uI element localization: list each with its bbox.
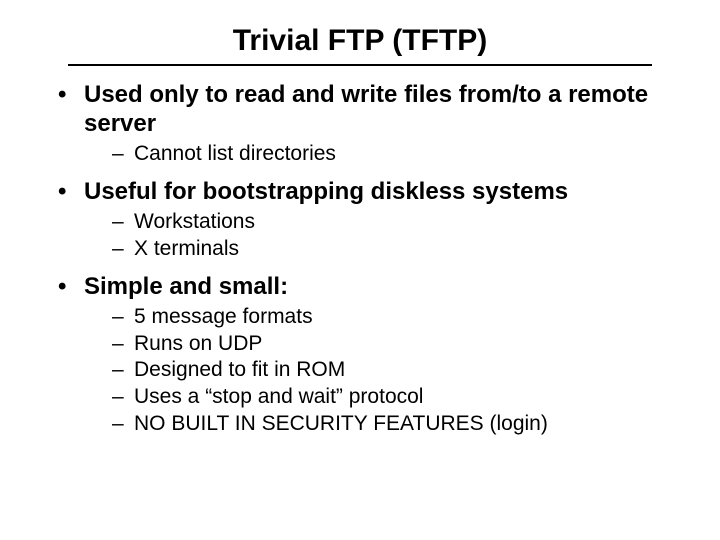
- sub-item: Runs on UDP: [112, 331, 680, 358]
- title-rule: [68, 64, 652, 66]
- bullet-item: Useful for bootstrapping diskless system…: [58, 177, 680, 262]
- bullet-item: Used only to read and write files from/t…: [58, 80, 680, 167]
- sub-item: Designed to fit in ROM: [112, 357, 680, 384]
- bullet-text: Useful for bootstrapping diskless system…: [84, 178, 568, 205]
- title-wrap: Trivial FTP (TFTP): [40, 24, 680, 58]
- sub-list: 5 message formats Runs on UDP Designed t…: [84, 304, 680, 438]
- slide: Trivial FTP (TFTP) Used only to read and…: [0, 0, 720, 540]
- sub-item: NO BUILT IN SECURITY FEATURES (login): [112, 411, 680, 438]
- sub-item: X terminals: [112, 236, 680, 263]
- sub-list: Workstations X terminals: [84, 209, 680, 263]
- bullet-list: Used only to read and write files from/t…: [40, 80, 680, 438]
- sub-item: Workstations: [112, 209, 680, 236]
- bullet-text: Simple and small:: [84, 273, 288, 300]
- bullet-item: Simple and small: 5 message formats Runs…: [58, 272, 680, 438]
- bullet-text: Used only to read and write files from/t…: [84, 81, 648, 137]
- sub-item: 5 message formats: [112, 304, 680, 331]
- slide-title: Trivial FTP (TFTP): [233, 24, 487, 58]
- sub-list: Cannot list directories: [84, 141, 680, 168]
- sub-item: Uses a “stop and wait” protocol: [112, 384, 680, 411]
- sub-item: Cannot list directories: [112, 141, 680, 168]
